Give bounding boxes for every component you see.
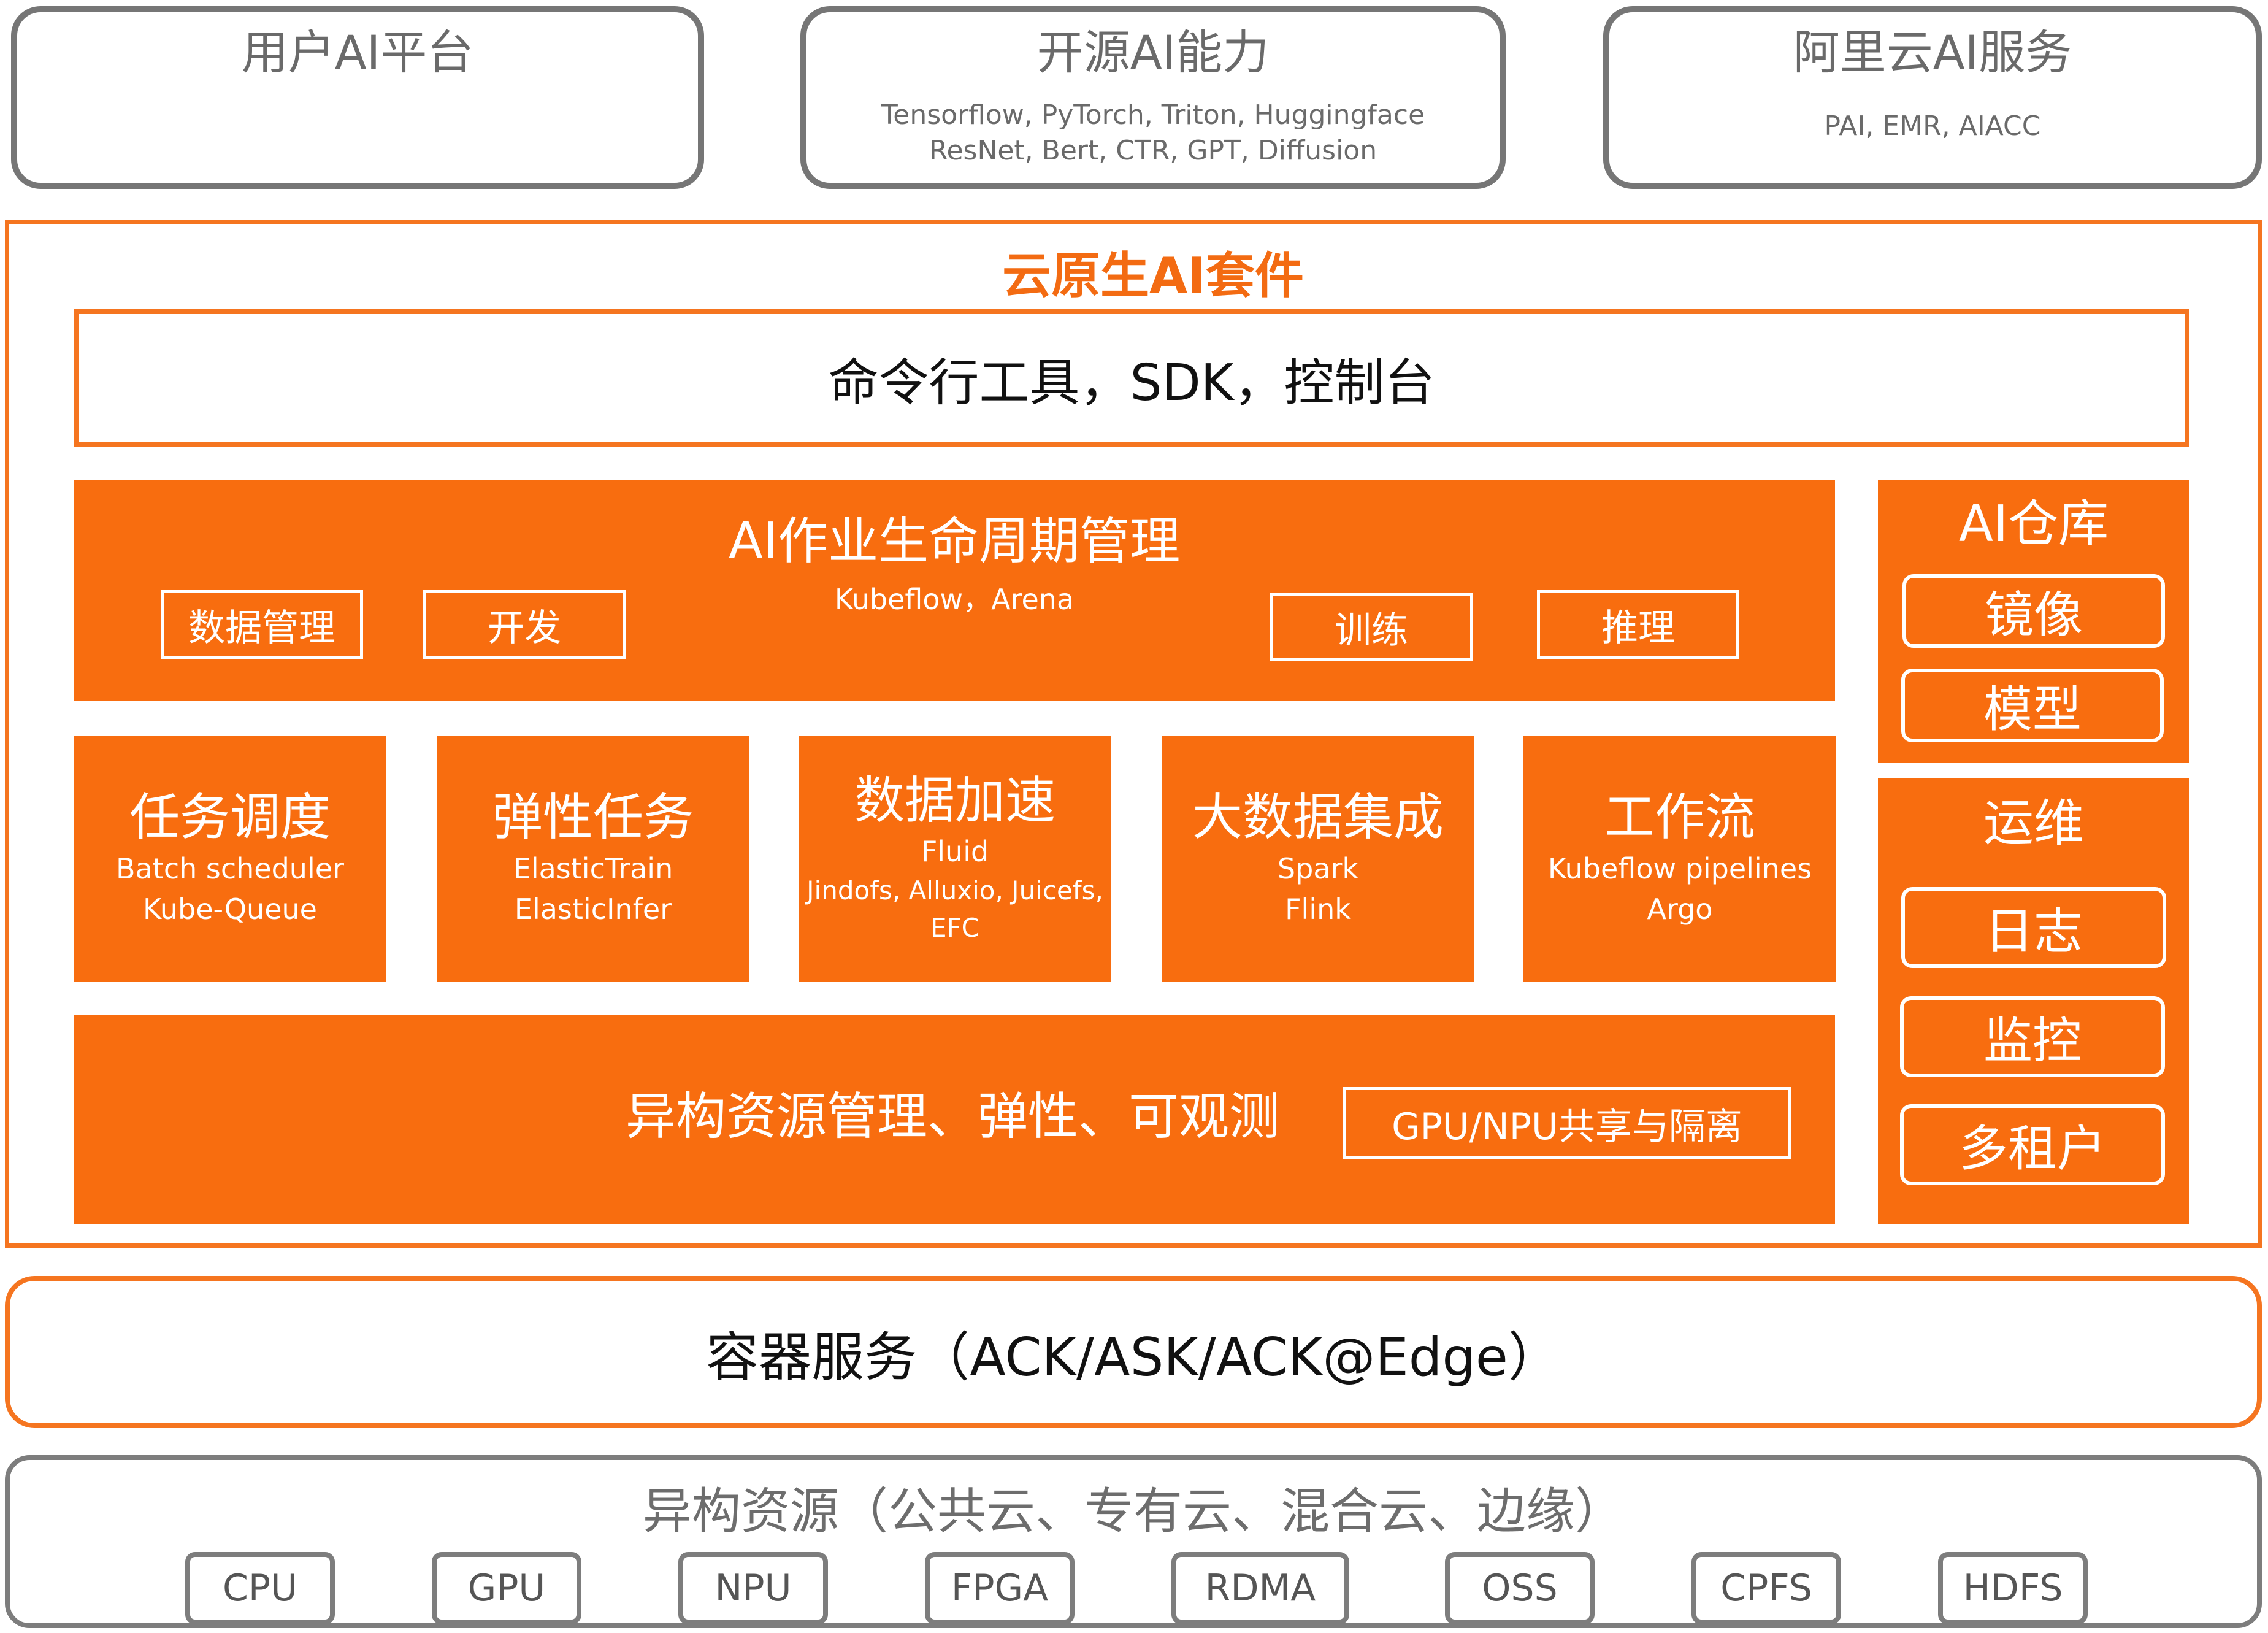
tag-data-management: 数据管理 — [161, 590, 363, 659]
suite-title: 云原生AI套件 — [1002, 247, 1304, 304]
module-elastic-tasks: 弹性任务 ElasticTrain ElasticInfer — [437, 736, 749, 982]
module-data-acceleration-title: 数据加速 — [854, 771, 1055, 830]
open-source-ai-line-1: Tensorflow, PyTorch, Triton, Huggingface — [881, 99, 1425, 131]
module-workflow-title: 工作流 — [1604, 788, 1755, 847]
module-task-scheduling-line-2: Kube-Queue — [143, 893, 317, 926]
lifecycle-subtitle: Kubeflow，Arena — [834, 583, 1075, 617]
gpu-npu-sharing-tag: GPU/NPU共享与隔离 — [1343, 1087, 1791, 1159]
module-elastic-tasks-line-1: ElasticTrain — [513, 851, 673, 885]
heterogeneous-resources: 异构资源（公共云、专有云、混合云、边缘） — [5, 1455, 2262, 1628]
chip-oss: OSS — [1445, 1552, 1595, 1624]
container-service: 容器服务（ACK/ASK/ACK@Edge） — [5, 1276, 2262, 1428]
ops-item-monitoring: 监控 — [1900, 996, 2165, 1077]
repo-item-image: 镜像 — [1902, 574, 2165, 648]
ai-repository-title: AI仓库 — [1958, 494, 2109, 553]
chip-cpfs: CPFS — [1691, 1552, 1841, 1624]
module-elastic-tasks-line-2: ElasticInfer — [514, 893, 672, 926]
ops-item-logs: 日志 — [1901, 887, 2166, 968]
ai-job-lifecycle: AI作业生命周期管理 Kubeflow，Arena 数据管理 开发 训练 推理 — [74, 480, 1835, 701]
tag-inference: 推理 — [1537, 590, 1739, 659]
resource-management-title: 异构资源管理、弹性、可观测 — [626, 1088, 1280, 1146]
module-task-scheduling-line-1: Batch scheduler — [116, 851, 344, 885]
module-big-data-integration-line-2: Flink — [1285, 893, 1351, 926]
aliyun-ai-service-box: 阿里云AI服务 PAI, EMR, AIACC — [1603, 6, 2262, 189]
heterogeneous-resource-management: 异构资源管理、弹性、可观测 GPU/NPU共享与隔离 — [74, 1015, 1835, 1224]
open-source-ai-line-2: ResNet, Bert, CTR, GPT, Diffusion — [929, 134, 1377, 166]
ops-item-multi-tenant: 多租户 — [1900, 1104, 2165, 1185]
module-task-scheduling: 任务调度 Batch scheduler Kube-Queue — [74, 736, 386, 982]
open-source-ai-title: 开源AI能力 — [1036, 25, 1270, 80]
lifecycle-title: AI作业生命周期管理 — [728, 512, 1181, 571]
module-workflow-line-1: Kubeflow pipelines — [1547, 851, 1812, 885]
module-workflow-line-2: Argo — [1647, 893, 1713, 926]
open-source-ai-box: 开源AI能力 Tensorflow, PyTorch, Triton, Hugg… — [800, 6, 1506, 189]
aliyun-ai-service-title: 阿里云AI服务 — [1793, 25, 2072, 80]
heterogeneous-resources-title: 异构资源（公共云、专有云、混合云、边缘） — [643, 1483, 1624, 1540]
chip-hdfs: HDFS — [1938, 1552, 2088, 1624]
module-big-data-integration-title: 大数据集成 — [1192, 788, 1444, 847]
operations-title: 运维 — [1983, 794, 2084, 853]
chip-gpu: GPU — [432, 1552, 581, 1624]
module-data-acceleration: 数据加速 Fluid Jindofs, Alluxio, Juicefs, EF… — [799, 736, 1111, 982]
user-ai-platform-box: 用户AI平台 — [11, 6, 704, 189]
module-elastic-tasks-title: 弹性任务 — [492, 788, 694, 847]
operations: 运维 日志 监控 多租户 — [1878, 778, 2189, 1224]
tag-training: 训练 — [1270, 593, 1473, 661]
chip-fpga: FPGA — [925, 1552, 1075, 1624]
module-workflow: 工作流 Kubeflow pipelines Argo — [1523, 736, 1836, 982]
repo-item-model: 模型 — [1901, 669, 2164, 742]
module-task-scheduling-title: 任务调度 — [129, 788, 331, 847]
module-data-acceleration-line-1: Fluid — [921, 834, 989, 868]
ai-repository: AI仓库 镜像 模型 — [1878, 480, 2189, 763]
chip-npu: NPU — [678, 1552, 828, 1624]
module-data-acceleration-line-3: EFC — [930, 912, 980, 943]
tag-development: 开发 — [423, 590, 626, 659]
module-big-data-integration: 大数据集成 Spark Flink — [1162, 736, 1474, 982]
module-data-acceleration-line-2: Jindofs, Alluxio, Juicefs, — [806, 875, 1103, 905]
cli-sdk-console: 命令行工具，SDK，控制台 — [74, 309, 2189, 447]
user-ai-platform-title: 用户AI平台 — [241, 25, 474, 80]
module-big-data-integration-line-1: Spark — [1277, 851, 1359, 885]
chip-rdma: RDMA — [1171, 1552, 1349, 1624]
aliyun-ai-service-line: PAI, EMR, AIACC — [1824, 110, 2041, 142]
chip-cpu: CPU — [185, 1552, 335, 1624]
